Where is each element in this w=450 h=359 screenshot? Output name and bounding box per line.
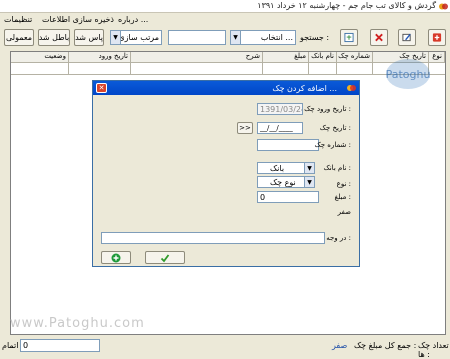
edit-icon [402, 33, 411, 42]
search-filter-value: انتخاب ... [260, 33, 293, 42]
column-header-bank[interactable]: نام بانک [309, 52, 337, 63]
total-label: جمع کل مبلغ چک : [354, 341, 417, 350]
chevron-down-icon: ▼ [231, 31, 241, 44]
column-header-entry-date[interactable]: تاریخ ورود [69, 52, 131, 63]
dialog-close-button[interactable]: ✕ [96, 83, 107, 93]
bank-label: نام بانک : [323, 164, 351, 172]
amount-label: مبلغ : [334, 193, 352, 201]
check-number-input[interactable] [257, 139, 319, 151]
watermark-logo: Patoghu [384, 57, 432, 91]
title-bar: گردش و کالای تب جام جم - چهارشنبه ۱۲ خرد… [0, 0, 450, 13]
close-icon: ✕ [98, 84, 105, 92]
add-icon [432, 33, 442, 42]
menu-settings[interactable]: تنظیمات [4, 15, 32, 24]
total-value: صفر [332, 341, 348, 350]
description-label: در وجه : [326, 234, 351, 242]
search-filter-select[interactable]: ▼ انتخاب ... [230, 30, 296, 45]
amount-input[interactable]: 0 [257, 191, 319, 203]
type-label: نوع : [336, 180, 351, 188]
table-row[interactable] [11, 63, 445, 75]
column-header-status[interactable]: وضعیت [11, 52, 69, 63]
status-right-label: اتمام [2, 341, 19, 350]
close-icon [375, 33, 383, 42]
search-label: جستجو : [300, 33, 330, 42]
entry-date-field: 1391/03/24 [257, 103, 303, 115]
entry-date-label: تاریخ ورود چک : [304, 105, 351, 113]
checkmark-icon [160, 253, 170, 262]
check-date-input[interactable]: __/__/____ [257, 122, 303, 134]
app-logo-icon [439, 3, 448, 10]
delete-button[interactable] [370, 29, 388, 46]
column-header-amount[interactable]: مبلغ [263, 52, 309, 63]
date-picker-button[interactable]: >> [237, 122, 253, 134]
confirm-button[interactable] [145, 251, 185, 264]
chevron-down-icon: ▼ [111, 31, 121, 44]
menu-bar: تنظیمات ذخیره سازی اطلاعات درباره ... [0, 14, 450, 26]
chevron-down-icon: ▼ [304, 177, 314, 187]
paid-button[interactable]: پاس شد [74, 29, 104, 46]
toolbar: معمولی باطل شد پاس شد ▼ مرتب سازی ▼ انتخ… [0, 27, 450, 49]
dialog-title: اضافه کردن چک ... [272, 84, 337, 93]
edit-button[interactable] [398, 29, 416, 46]
patoghu-logo-icon: Patoghu [386, 59, 431, 89]
check-date-label: تاریخ چک : [319, 124, 351, 132]
type-value: نوع چک [270, 177, 296, 187]
search-input[interactable] [168, 30, 226, 45]
amount-in-words: صفر [337, 208, 351, 216]
cancelled-button[interactable]: باطل شد [38, 29, 70, 46]
window-title: گردش و کالای تب جام جم - چهارشنبه ۱۲ خرد… [257, 1, 436, 10]
menu-about[interactable]: درباره ... [118, 15, 148, 24]
description-input[interactable] [101, 232, 325, 244]
sort-label: مرتب سازی [118, 33, 159, 42]
add-button[interactable] [428, 29, 446, 46]
watermark-text: www.Patoghu.com [10, 316, 145, 331]
export-button[interactable] [340, 29, 358, 46]
check-number-label: شماره چک : [314, 141, 351, 149]
column-header-description[interactable]: شرح [131, 52, 263, 63]
sort-select[interactable]: ▼ مرتب سازی [110, 30, 162, 45]
add-icon [111, 253, 121, 262]
menu-save-data[interactable]: ذخیره سازی اطلاعات [42, 15, 114, 24]
type-select[interactable]: ▼ نوع چک [257, 176, 315, 188]
status-input[interactable]: 0 [20, 339, 100, 352]
bank-value: بانک [270, 163, 285, 173]
svg-text:Patoghu: Patoghu [386, 68, 431, 81]
export-icon [344, 32, 354, 43]
app-logo-icon [347, 85, 356, 91]
column-header-check-number[interactable]: شماره چک [337, 52, 373, 63]
add-check-dialog: ✕ اضافه کردن چک ... 1391/03/24 تاریخ ورو… [92, 80, 360, 267]
add-entry-button[interactable] [101, 251, 131, 264]
status-bar: اتمام 0 صفر جمع کل مبلغ چک : تعداد چک ها… [0, 337, 450, 359]
dialog-title-bar: ✕ اضافه کردن چک ... [93, 81, 359, 95]
chevron-down-icon: ▼ [304, 163, 314, 173]
normal-button[interactable]: معمولی [4, 29, 34, 46]
bank-select[interactable]: ▼ بانک [257, 162, 315, 174]
count-label: تعداد چک ها : [418, 341, 449, 359]
